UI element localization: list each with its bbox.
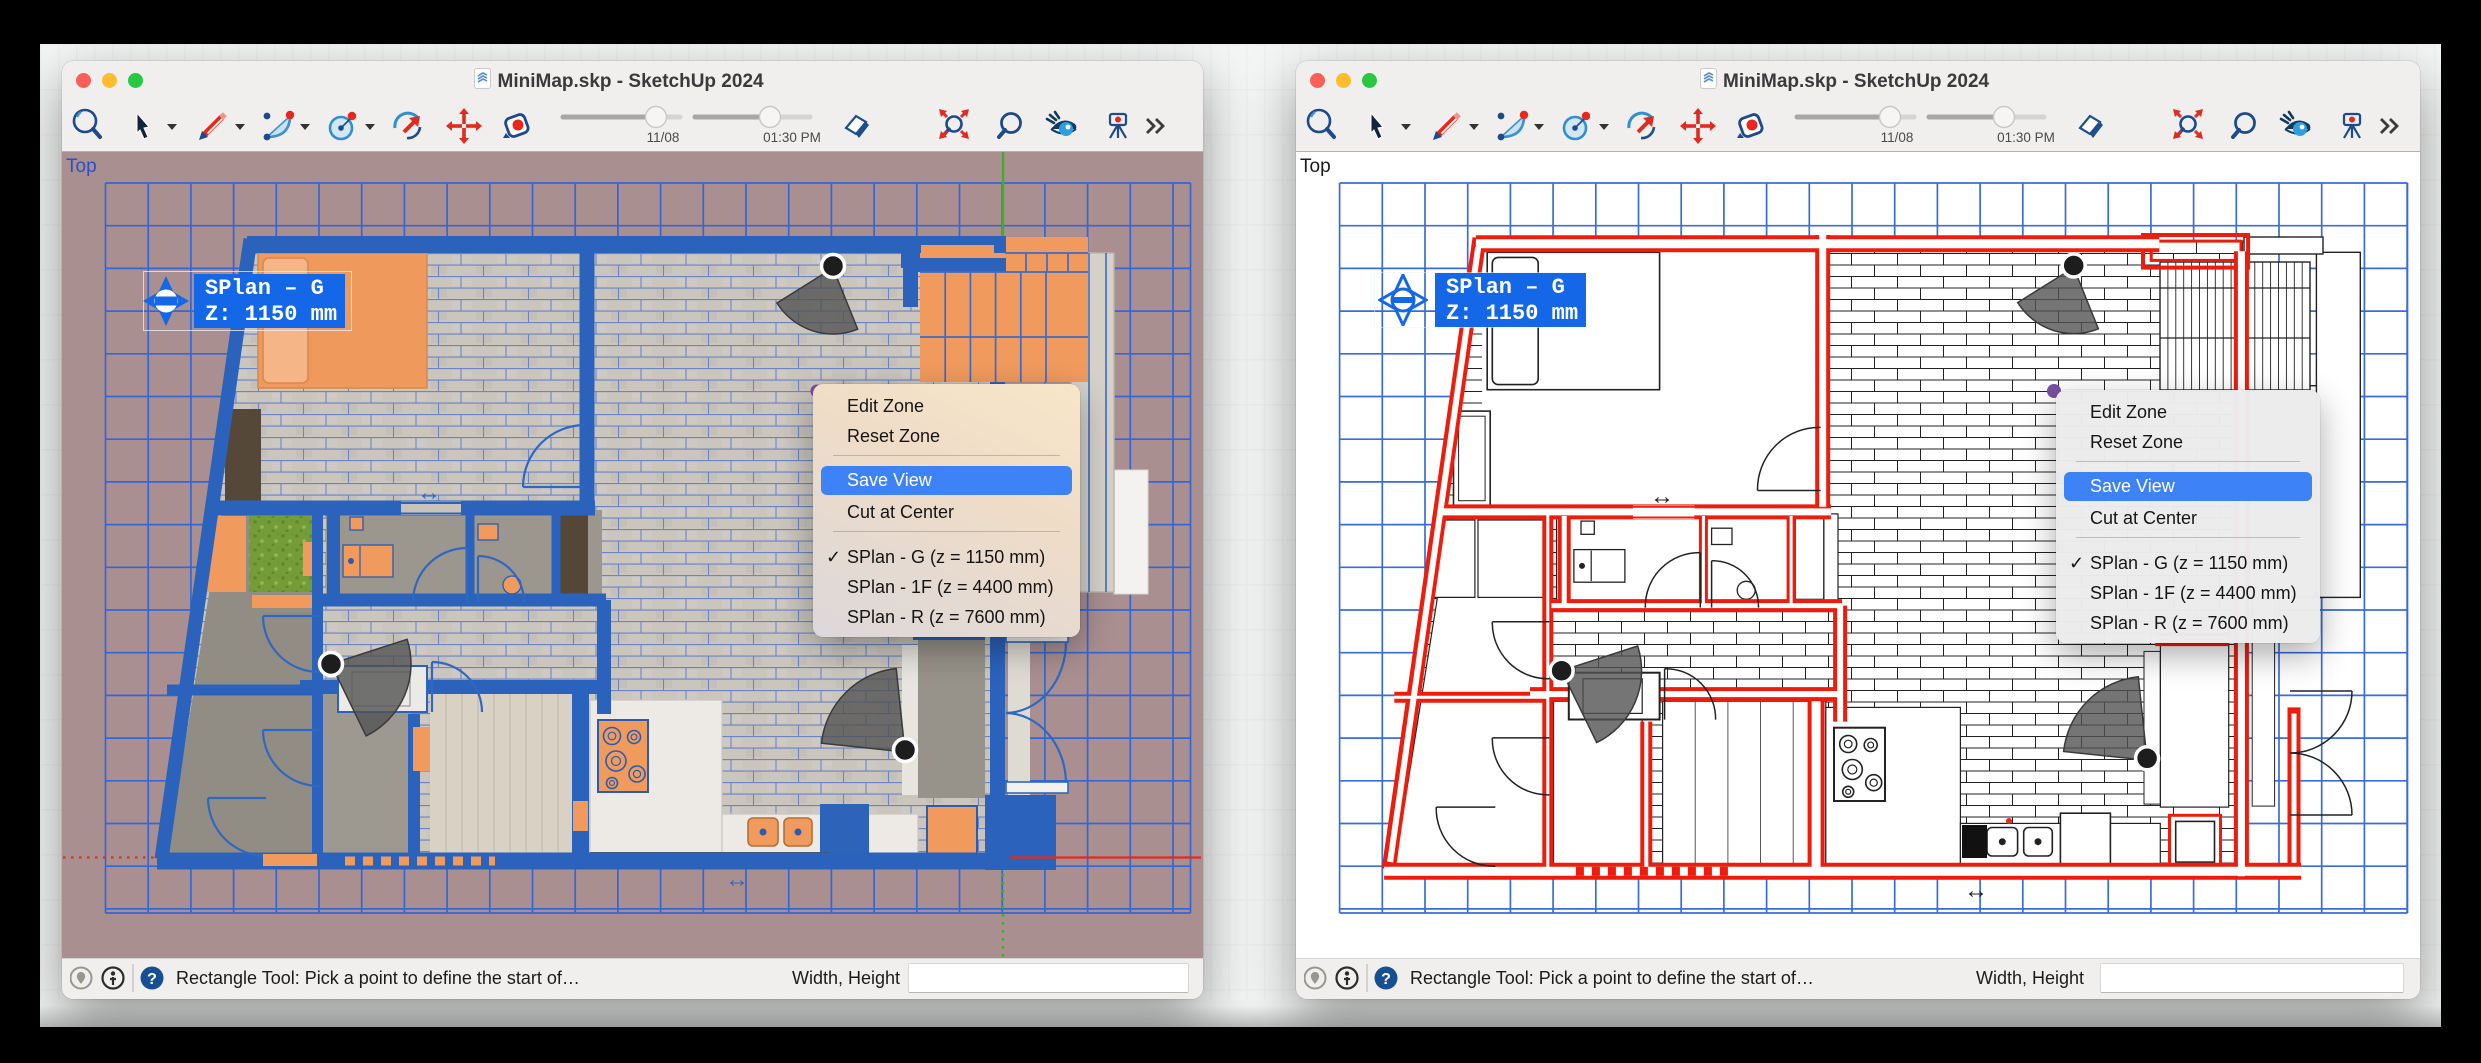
svg-text:Top: Top <box>66 156 97 177</box>
svg-text:01:30 PM: 01:30 PM <box>763 130 821 145</box>
svg-text:?: ? <box>147 971 157 988</box>
svg-text:Top: Top <box>1300 156 1331 177</box>
svg-text:↔: ↔ <box>725 866 749 893</box>
svg-text:↔: ↔ <box>1650 483 1674 510</box>
svg-text:01:30 PM: 01:30 PM <box>1997 130 2055 145</box>
svg-text:↔: ↔ <box>417 479 441 506</box>
svg-text:11/08: 11/08 <box>647 130 680 145</box>
svg-text:11/08: 11/08 <box>1881 130 1914 145</box>
svg-text:↔: ↔ <box>1964 877 1988 904</box>
svg-text:?: ? <box>1381 971 1391 988</box>
